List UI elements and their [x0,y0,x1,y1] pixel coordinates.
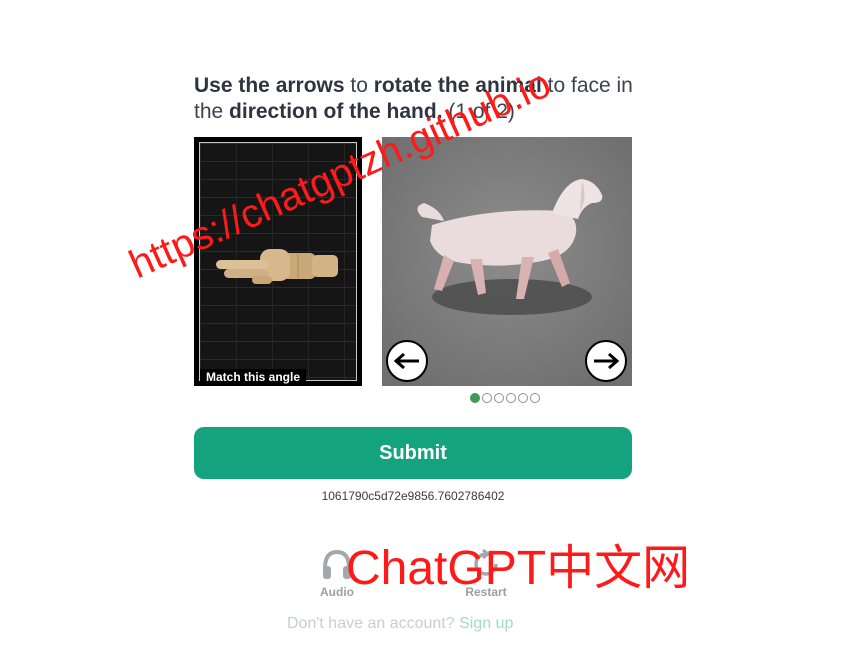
restart-icon [474,548,498,576]
instruction-text: Use the arrows to rotate the animal to f… [194,73,634,125]
rotate-right-button[interactable] [585,340,627,382]
reference-image-panel: Match this angle [194,137,362,386]
instruction-progress: (1 of 2) [442,100,515,123]
rotate-left-button[interactable] [386,340,428,382]
session-id: 1061790c5d72e9856.7602786402 [321,489,505,503]
pagination-dot [494,393,504,403]
pagination-dot [530,393,540,403]
headphones-icon [323,549,351,579]
restart-button[interactable]: Restart [460,548,512,599]
audio-label: Audio [320,585,354,599]
pagination-dot [518,393,528,403]
submit-button[interactable]: Submit [194,427,632,479]
audio-button[interactable]: Audio [314,548,360,599]
arrow-right-icon [594,352,620,370]
pagination-dot [506,393,516,403]
sign-up-link[interactable]: Sign up [459,615,513,632]
account-prompt: Don't have an account? Sign up [287,615,513,633]
pagination-dot [470,393,480,403]
arrow-left-icon [393,352,419,370]
account-prompt-text: Don't have an account? [287,615,455,632]
restart-label: Restart [465,585,507,599]
match-angle-label: Match this angle [200,369,307,386]
instruction-text-1: to [344,74,374,97]
pointing-hand-icon [216,249,338,284]
chatgpt-cn-watermark: ChatGPT中文网 [346,542,691,595]
pagination-dots [470,393,540,403]
animal-rotation-panel[interactable] [382,137,632,386]
instruction-bold-rotate: rotate the animal [373,74,542,97]
pagination-dot [482,393,492,403]
instruction-bold-arrows: Use the arrows [194,74,345,97]
instruction-bold-direction: direction of the hand. [229,100,443,123]
